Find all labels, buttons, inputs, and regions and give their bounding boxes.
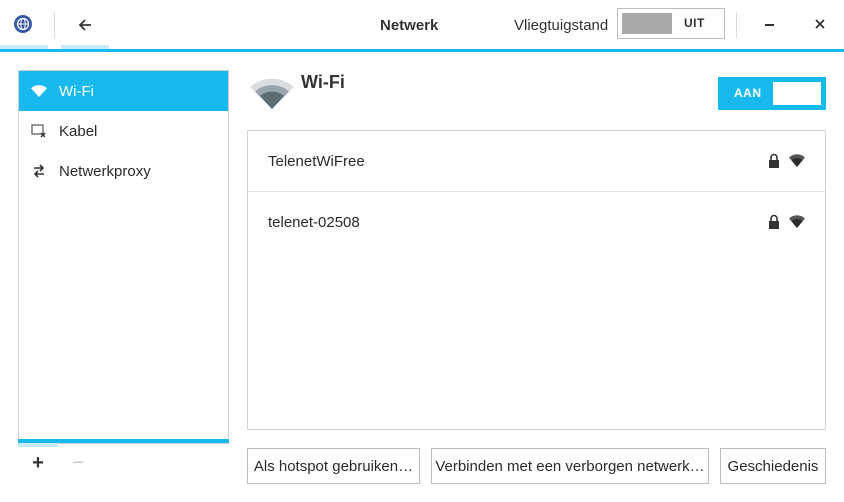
window-title: Netwerk <box>380 17 439 34</box>
sidebar-item-label: Kabel <box>59 122 98 140</box>
arrow-left-icon <box>78 19 91 31</box>
remove-connection-button[interactable]: − <box>68 452 88 476</box>
wifi-toggle-state: AAN <box>734 86 762 100</box>
close-icon <box>815 19 825 29</box>
network-row[interactable]: telenet-02508 <box>248 192 825 253</box>
header-bar: Netwerk Vliegtuigstand UIT <box>0 0 844 52</box>
globe-icon <box>14 15 32 33</box>
wifi-signal-strength-icon <box>789 215 805 228</box>
airplane-toggle-state: UIT <box>684 16 705 30</box>
history-button[interactable]: Geschiedenis <box>720 448 826 484</box>
toggle-knob <box>773 82 821 105</box>
proxy-arrows-icon <box>19 164 59 178</box>
back-button[interactable] <box>72 12 98 38</box>
sidebar-item-label: Wi-Fi <box>59 82 94 100</box>
airplane-mode-toggle[interactable]: UIT <box>617 8 725 39</box>
minimize-button[interactable] <box>757 12 781 36</box>
sidebar-item-netwerkproxy[interactable]: Netwerkproxy <box>19 151 228 191</box>
minimize-icon <box>764 24 774 26</box>
wifi-signal-strength-icon <box>789 154 805 167</box>
app-tab-indicator <box>0 45 48 49</box>
use-as-hotspot-button[interactable]: Als hotspot gebruiken… <box>247 448 420 484</box>
connect-hidden-network-button[interactable]: Verbinden met een verborgen netwerk… <box>431 448 709 484</box>
lock-icon <box>769 153 779 168</box>
sidebar: Wi-Fi Kabel Netwerkproxy <box>18 70 229 444</box>
wifi-signal-icon <box>248 76 296 112</box>
network-list: TelenetWiFree telenet-02508 <box>247 130 826 430</box>
network-row[interactable]: TelenetWiFree <box>248 131 825 192</box>
network-name: telenet-02508 <box>268 214 360 231</box>
add-connection-button[interactable]: + <box>28 452 48 476</box>
page-title: Wi-Fi <box>301 72 345 92</box>
airplane-mode-label: Vliegtuigstand <box>514 17 609 34</box>
network-name: TelenetWiFree <box>268 153 365 170</box>
back-tab-indicator <box>61 45 109 49</box>
wired-network-icon <box>19 124 59 138</box>
sidebar-item-kabel[interactable]: Kabel <box>19 111 228 151</box>
sidebar-item-label: Netwerkproxy <box>59 162 151 180</box>
header-separator <box>54 12 55 38</box>
header-separator <box>736 12 737 38</box>
lock-icon <box>769 214 779 229</box>
sidebar-scroll-stub <box>18 443 58 447</box>
close-button[interactable] <box>808 12 832 36</box>
sidebar-item-wifi[interactable]: Wi-Fi <box>19 71 228 111</box>
wifi-toggle[interactable]: AAN <box>718 77 826 110</box>
wifi-icon <box>19 85 59 97</box>
toggle-knob <box>622 13 672 34</box>
